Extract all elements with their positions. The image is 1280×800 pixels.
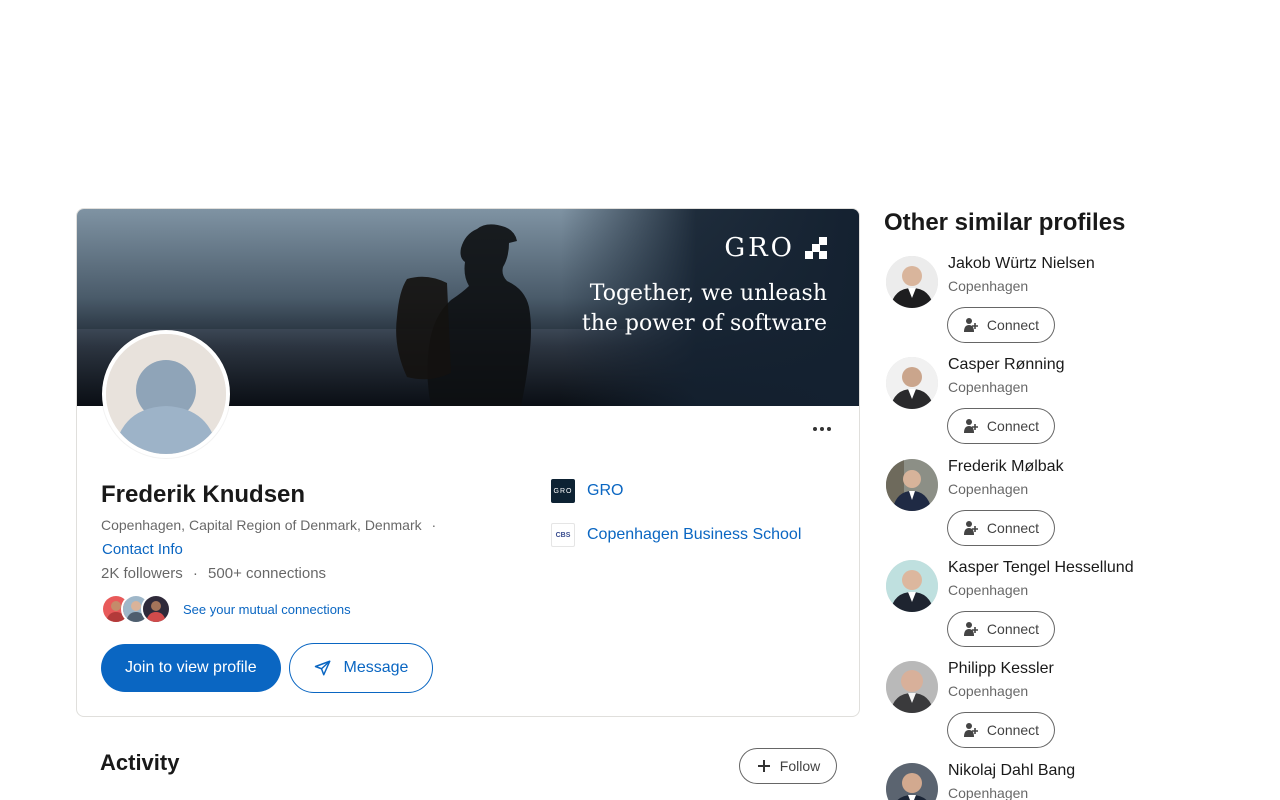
similar-profile-name[interactable]: Nikolaj Dahl Bang — [948, 763, 1075, 780]
banner-logo: GRO — [724, 233, 827, 263]
connect-label: Connect — [986, 418, 1040, 434]
join-to-view-profile-button[interactable]: Join to view profile — [101, 644, 281, 692]
location-text: Copenhagen, Capital Region of Denmark, D… — [101, 517, 422, 533]
similar-profile-city: Copenhagen — [948, 278, 1029, 294]
banner-tagline-line2: the power of software — [581, 311, 827, 336]
profile-avatar — [102, 330, 230, 458]
stats-separator: · — [192, 565, 198, 582]
similar-profile-city: Copenhagen — [948, 481, 1029, 497]
connect-label: Connect — [986, 722, 1040, 738]
follow-button[interactable]: Follow — [739, 748, 837, 784]
connections-count: 500+ connections — [208, 565, 327, 582]
similar-profile-photo[interactable] — [886, 763, 938, 800]
similar-profile-item: Frederik Mølbak Copenhagen Connect — [886, 458, 1246, 554]
contact-info-link[interactable]: Contact Info — [102, 541, 183, 558]
add-person-icon — [963, 723, 978, 737]
add-person-icon — [963, 521, 978, 535]
more-options-button[interactable] — [807, 419, 837, 439]
similar-profile-name[interactable]: Casper Rønning — [948, 356, 1065, 374]
org-name: GRO — [587, 482, 624, 499]
follow-label: Follow — [779, 758, 821, 774]
add-person-icon — [963, 622, 978, 636]
similar-profile-name[interactable]: Jakob Würtz Nielsen — [948, 255, 1095, 273]
similar-profile-city: Copenhagen — [948, 379, 1029, 395]
connect-button[interactable]: Connect — [947, 408, 1055, 444]
add-person-icon — [963, 318, 978, 332]
connect-button[interactable]: Connect — [947, 510, 1055, 546]
mutual-avatar — [141, 594, 171, 624]
mutual-connections-link[interactable]: See your mutual connections — [183, 602, 351, 617]
plus-icon — [757, 760, 770, 772]
cbs-logo-text: CBS — [555, 531, 571, 539]
location-separator: · — [431, 517, 437, 533]
org-gro-link[interactable]: GRO GRO — [551, 479, 623, 503]
send-icon — [314, 660, 331, 676]
cbs-logo-icon: CBS — [551, 523, 575, 547]
similar-profile-city: Copenhagen — [948, 785, 1029, 800]
banner-tagline: Together, we unleash the power of softwa… — [582, 279, 827, 339]
message-button[interactable]: Message — [289, 643, 433, 693]
similar-profile-name[interactable]: Frederik Mølbak — [948, 458, 1064, 476]
org-name: Copenhagen Business School — [587, 526, 802, 543]
similar-profile-item: Kasper Tengel Hessellund Copenhagen Conn… — [886, 559, 1246, 655]
similar-profile-photo[interactable] — [886, 357, 938, 409]
banner-logo-text: GRO — [724, 233, 795, 263]
similar-profile-item: Casper Rønning Copenhagen Connect — [886, 356, 1246, 452]
similar-profile-item: Nikolaj Dahl Bang Copenhagen — [886, 763, 1246, 800]
profile-card: GRO Together, we unleash the power of so… — [76, 208, 860, 717]
gro-mark-icon — [805, 237, 827, 259]
gro-logo-icon: GRO — [551, 479, 575, 503]
similar-profile-city: Copenhagen — [948, 582, 1029, 598]
hiker-silhouette — [396, 224, 531, 406]
connect-button[interactable]: Connect — [947, 611, 1055, 647]
mutual-faces — [101, 594, 171, 624]
similar-profile-photo[interactable] — [886, 256, 938, 308]
default-avatar-icon — [106, 334, 226, 454]
profile-stats: 2K followers · 500+ connections — [101, 565, 326, 582]
profile-name: Frederik Knudsen — [101, 481, 306, 508]
connect-label: Connect — [986, 317, 1040, 333]
followers-count: 2K followers — [101, 565, 183, 582]
more-dot-icon — [813, 427, 817, 431]
connect-button[interactable]: Connect — [947, 712, 1055, 748]
banner-tagline-line1: Together, we unleash — [589, 281, 827, 306]
similar-profile-city: Copenhagen — [948, 683, 1029, 699]
more-dot-icon — [827, 427, 831, 431]
similar-profile-item: Jakob Würtz Nielsen Copenhagen Connect — [886, 255, 1246, 351]
similar-profile-photo[interactable] — [886, 459, 938, 511]
org-cbs-link[interactable]: CBS Copenhagen Business School — [551, 523, 801, 547]
gro-logo-text: GRO — [553, 487, 573, 495]
similar-profile-photo[interactable] — [886, 661, 938, 713]
add-person-icon — [963, 419, 978, 433]
similar-profile-name[interactable]: Philipp Kessler — [948, 660, 1054, 678]
similar-profile-name[interactable]: Kasper Tengel Hessellund — [948, 559, 1134, 577]
message-label: Message — [343, 659, 409, 676]
more-dot-icon — [820, 427, 824, 431]
profile-location: Copenhagen, Capital Region of Denmark, D… — [101, 517, 436, 533]
similar-profile-item: Philipp Kessler Copenhagen Connect — [886, 660, 1246, 756]
connect-label: Connect — [986, 520, 1040, 536]
similar-profiles-heading: Other similar profiles — [884, 209, 1126, 236]
activity-heading: Activity — [100, 750, 180, 775]
similar-profile-photo[interactable] — [886, 560, 938, 612]
connect-button[interactable]: Connect — [947, 307, 1055, 343]
connect-label: Connect — [986, 621, 1040, 637]
mutual-connections: See your mutual connections — [101, 594, 351, 624]
